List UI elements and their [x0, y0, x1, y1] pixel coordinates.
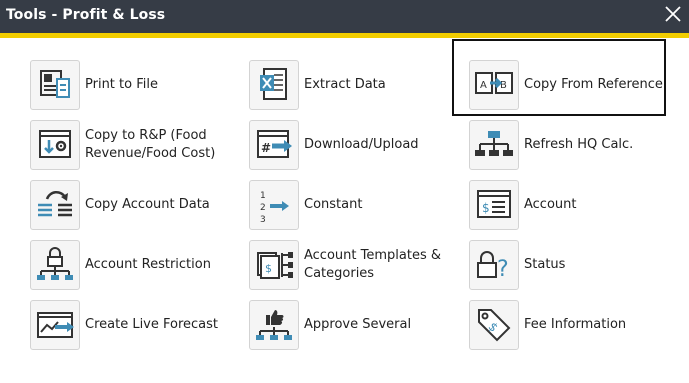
- numbered-arrow-icon: 1 2 3: [249, 180, 299, 230]
- lock-hierarchy-icon: [30, 240, 80, 290]
- rotate-copy-icon: [30, 180, 80, 230]
- tool-refresh-hq-calc[interactable]: Refresh HQ Calc.: [469, 120, 669, 172]
- tool-label: Refresh HQ Calc.: [524, 137, 634, 152]
- svg-text:3: 3: [260, 215, 266, 225]
- svg-text:A: A: [480, 80, 487, 91]
- svg-text:B: B: [500, 80, 507, 91]
- hash-arrow-icon: #: [249, 120, 299, 170]
- hierarchy-icon: [469, 120, 519, 170]
- download-settings-icon: [30, 120, 80, 170]
- thumbs-up-hierarchy-icon: [249, 300, 299, 350]
- tool-print-to-file[interactable]: Print to File: [30, 60, 230, 112]
- svg-text:2: 2: [260, 203, 266, 213]
- tool-label: Constant: [304, 197, 363, 212]
- copy-a-to-b-icon: A B: [469, 60, 519, 110]
- tool-label: Download/Upload: [304, 137, 419, 152]
- tool-label: Fee Information: [524, 317, 627, 332]
- tool-copy-from-reference[interactable]: A B Copy From Reference: [452, 39, 666, 116]
- accent-bar: [0, 33, 689, 38]
- svg-text:1: 1: [260, 191, 266, 201]
- close-icon[interactable]: [663, 4, 683, 24]
- tool-extract-data[interactable]: Extract Data: [249, 60, 449, 112]
- excel-extract-icon: [249, 60, 299, 110]
- tool-label: Create Live Forecast: [85, 317, 219, 332]
- svg-text:?: ?: [497, 257, 509, 282]
- tool-account-templates[interactable]: $ Account Templates & Categories: [249, 240, 449, 292]
- tool-label: Copy From Reference: [524, 77, 663, 92]
- tool-copy-to-rp[interactable]: Copy to R&P (Food Revenue/Food Cost): [30, 120, 230, 172]
- tool-account-restriction[interactable]: Account Restriction: [30, 240, 230, 292]
- account-window-icon: $: [469, 180, 519, 230]
- tool-status[interactable]: ? Status: [469, 240, 669, 292]
- window-title: Tools - Profit & Loss: [6, 7, 166, 23]
- tool-create-live-forecast[interactable]: Create Live Forecast: [30, 300, 230, 352]
- tool-copy-account-data[interactable]: Copy Account Data: [30, 180, 230, 232]
- tool-label: Account Templates & Categories: [304, 248, 441, 281]
- svg-text:#: #: [261, 141, 271, 155]
- svg-text:$: $: [265, 262, 272, 275]
- svg-text:$: $: [482, 201, 490, 215]
- tool-label: Print to File: [85, 77, 158, 92]
- price-tag-icon: $: [469, 300, 519, 350]
- title-bar: Tools - Profit & Loss: [0, 0, 689, 33]
- tool-constant[interactable]: 1 2 3 Constant: [249, 180, 449, 232]
- forecast-chart-icon: [30, 300, 80, 350]
- tool-download-upload[interactable]: # Download/Upload: [249, 120, 449, 172]
- tool-label: Copy to R&P (Food Revenue/Food Cost): [85, 128, 216, 161]
- tool-label: Status: [524, 257, 566, 272]
- tool-label: Approve Several: [304, 317, 412, 332]
- templates-icon: $: [249, 240, 299, 290]
- tool-account[interactable]: $ Account: [469, 180, 669, 232]
- tool-label: Account Restriction: [85, 257, 211, 272]
- lock-question-icon: ?: [469, 240, 519, 290]
- print-to-file-icon: [30, 60, 80, 110]
- tool-label: Account: [524, 197, 577, 212]
- tool-label: Copy Account Data: [85, 197, 210, 212]
- tool-fee-information[interactable]: $ Fee Information: [469, 300, 669, 352]
- tool-approve-several[interactable]: Approve Several: [249, 300, 449, 352]
